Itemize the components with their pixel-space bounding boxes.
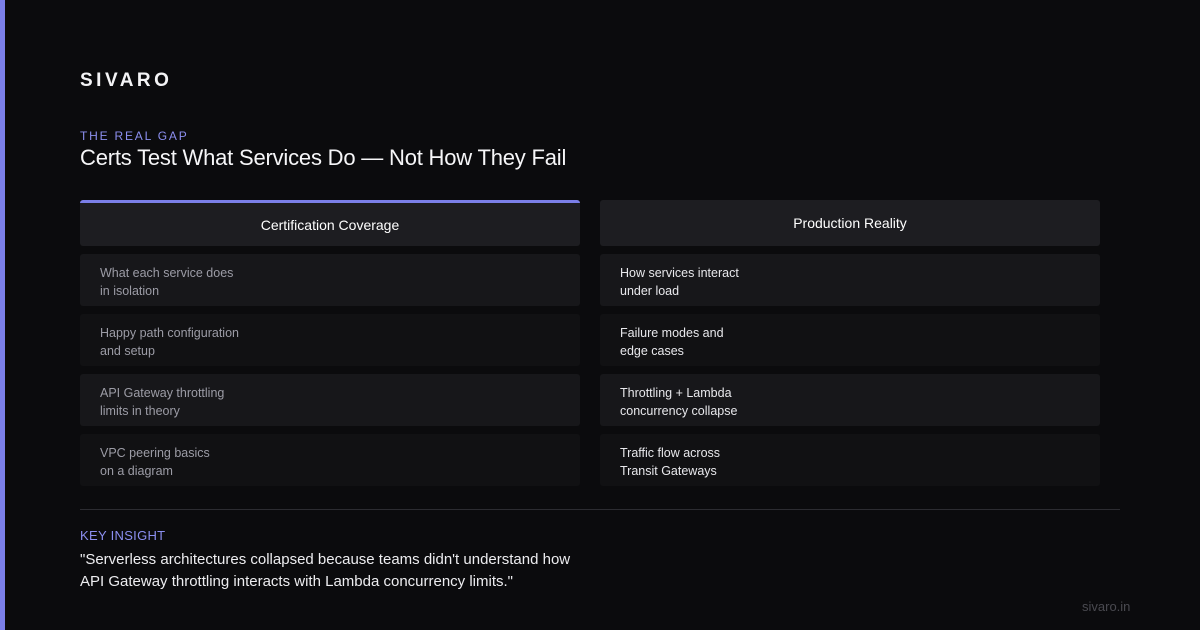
site-url: sivaro.in xyxy=(1082,599,1131,614)
insight-quote-line: API Gateway throttling interacts with La… xyxy=(80,573,514,590)
certification-column: Certification Coverage What each service… xyxy=(80,200,580,494)
list-item-line: Happy path configuration xyxy=(100,326,239,340)
section-divider xyxy=(80,509,1120,510)
list-item-line: under load xyxy=(620,284,680,298)
list-item-line: Transit Gateways xyxy=(620,464,717,478)
brand-logo: SIVARO xyxy=(80,70,173,91)
list-item: Throttling + Lambda concurrency collapse xyxy=(600,374,1100,426)
list-item-line: in isolation xyxy=(100,284,160,298)
production-column: Production Reality How services interact… xyxy=(600,200,1100,494)
list-item: VPC peering basics on a diagram xyxy=(80,434,580,486)
list-item-line: on a diagram xyxy=(100,464,173,478)
list-item-line: limits in theory xyxy=(100,404,180,418)
production-column-header: Production Reality xyxy=(600,200,1100,246)
list-item-line: Failure modes and xyxy=(620,326,724,340)
list-item-line: How services interact xyxy=(620,266,739,280)
list-item: What each service does in isolation xyxy=(80,254,580,306)
list-item-line: and setup xyxy=(100,344,155,358)
left-accent-bar xyxy=(0,0,5,630)
list-item-line: Traffic flow across xyxy=(620,446,721,460)
list-item-line: API Gateway throttling xyxy=(100,386,225,400)
insight-quote-line: "Serverless architectures collapsed beca… xyxy=(80,551,571,568)
list-item-line: edge cases xyxy=(620,344,684,358)
list-item: Failure modes and edge cases xyxy=(600,314,1100,366)
insight-quote: "Serverless architectures collapsed beca… xyxy=(80,549,570,593)
certification-list: What each service does in isolation Happ… xyxy=(80,254,580,486)
list-item-line: VPC peering basics xyxy=(100,446,210,460)
list-item-line: Throttling + Lambda xyxy=(620,386,732,400)
production-list: How services interact under load Failure… xyxy=(600,254,1100,486)
insight-label: KEY INSIGHT xyxy=(80,528,166,543)
list-item: How services interact under load xyxy=(600,254,1100,306)
list-item: Happy path configuration and setup xyxy=(80,314,580,366)
section-eyebrow: THE REAL GAP xyxy=(80,129,189,143)
list-item-line: concurrency collapse xyxy=(620,404,738,418)
page-title: Certs Test What Services Do — Not How Th… xyxy=(80,145,567,170)
list-item-line: What each service does xyxy=(100,266,234,280)
list-item: API Gateway throttling limits in theory xyxy=(80,374,580,426)
certification-column-header: Certification Coverage xyxy=(80,200,580,246)
list-item: Traffic flow across Transit Gateways xyxy=(600,434,1100,486)
